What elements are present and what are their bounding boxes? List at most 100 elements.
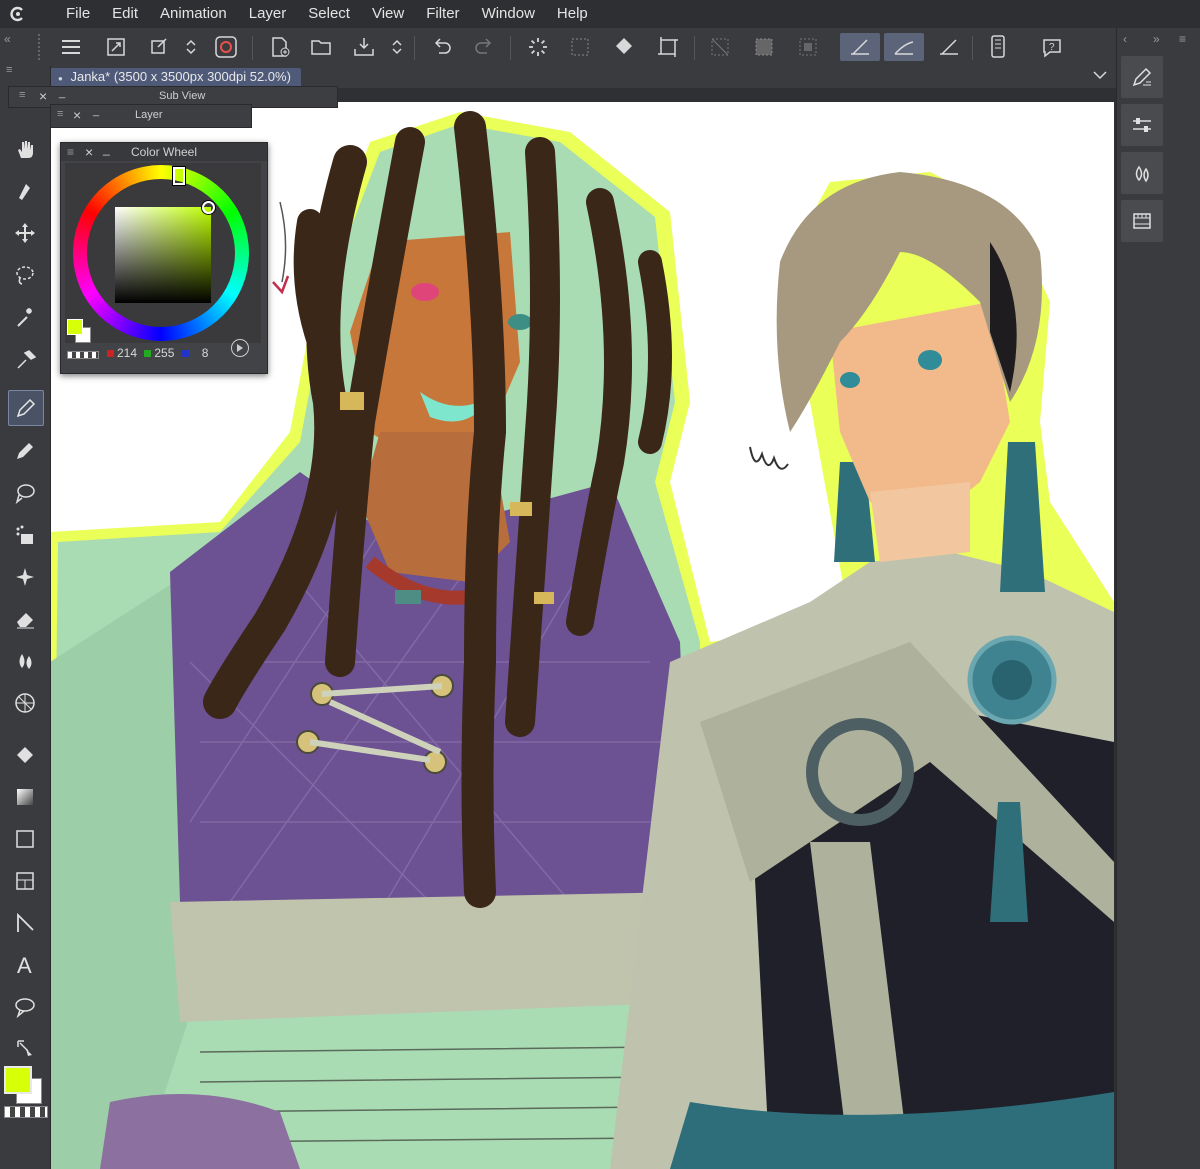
menu-help[interactable]: Help — [557, 0, 588, 28]
clip-studio-logo-icon[interactable] — [0, 0, 36, 28]
snap-to-grid-icon[interactable] — [934, 33, 962, 61]
grip-icon[interactable]: ≡ — [19, 89, 25, 101]
sub-tool-palette-icon[interactable] — [1121, 56, 1163, 98]
redo-icon[interactable] — [470, 33, 498, 61]
close-icon[interactable]: × — [85, 143, 93, 161]
color-wheel-header: ≡ × _ Color Wheel — [61, 140, 267, 161]
pencil-tool-icon[interactable] — [8, 434, 42, 468]
brush-tool-icon[interactable] — [8, 476, 42, 510]
undo-icon[interactable] — [428, 33, 456, 61]
menu-filter[interactable]: Filter — [426, 0, 459, 28]
show-selection-icon[interactable] — [794, 33, 822, 61]
figure-tool-icon[interactable] — [8, 686, 42, 720]
save-icon[interactable] — [350, 33, 378, 61]
magic-wand-icon[interactable] — [8, 300, 42, 334]
menu-window[interactable]: Window — [482, 0, 535, 28]
minimize-icon[interactable]: _ — [103, 140, 110, 158]
blend-tool-icon[interactable] — [8, 644, 42, 678]
main-color-swatch[interactable] — [4, 1066, 32, 1094]
svg-text:A: A — [17, 953, 32, 977]
minimize-icon[interactable]: _ — [59, 87, 65, 99]
snap-to-special-ruler-icon[interactable] — [884, 33, 924, 61]
timeline-icon[interactable] — [1121, 200, 1163, 242]
transform-icon[interactable] — [144, 33, 172, 61]
layer-panel: ≡ × _ Layer — [50, 104, 252, 128]
color-settings-icon[interactable] — [231, 339, 249, 357]
fill-icon[interactable] — [610, 33, 638, 61]
fill-bucket-icon[interactable] — [8, 738, 42, 772]
menu-select[interactable]: Select — [308, 0, 350, 28]
document-tab[interactable]: ● Janka* (3500 x 3500px 300dpi 52.0%) — [50, 68, 301, 86]
tool-property-icon[interactable] — [1121, 104, 1163, 146]
rotate-tool-icon[interactable] — [8, 174, 42, 208]
chevron-updown-icon-2[interactable] — [386, 33, 408, 61]
chevron-updown-icon[interactable] — [180, 33, 202, 61]
minimize-icon[interactable]: _ — [93, 105, 99, 117]
saturation-value-square[interactable] — [115, 207, 211, 303]
menu-view[interactable]: View — [372, 0, 404, 28]
help-icon[interactable]: ? — [1038, 33, 1066, 61]
layer-title: Layer — [135, 109, 163, 121]
grip-icon[interactable]: ≡ — [1179, 32, 1186, 46]
hamburger-menu-icon[interactable] — [58, 33, 86, 61]
expand-chevron-icon[interactable]: » — [1153, 32, 1160, 46]
color-wheel-area — [65, 163, 261, 343]
deselect-icon[interactable] — [706, 33, 734, 61]
pen-tool-icon[interactable] — [8, 390, 44, 426]
canvas-size-icon[interactable] — [102, 33, 130, 61]
airbrush-tool-icon[interactable] — [8, 518, 42, 552]
grip-icon[interactable] — [38, 34, 44, 60]
sub-view-title: Sub View — [159, 90, 206, 102]
sv-picker-handle[interactable] — [202, 201, 215, 214]
grip-icon[interactable]: ≡ — [57, 108, 63, 120]
eraser-tool-icon[interactable] — [8, 602, 42, 636]
command-bar: « ? — [0, 28, 1200, 67]
text-tool-icon[interactable]: A — [8, 948, 42, 982]
color-wheel-panel: ≡ × _ Color Wheel 214 255 8 — [60, 142, 268, 374]
hand-tool-icon[interactable] — [8, 132, 42, 166]
main-color-mini-swatch[interactable] — [67, 319, 83, 335]
balloon-tool-icon[interactable] — [8, 990, 42, 1024]
brush-size-icon[interactable] — [1121, 152, 1163, 194]
svg-text:?: ? — [1049, 42, 1055, 53]
document-title: Janka* (3500 x 3500px 300dpi 52.0%) — [70, 69, 291, 84]
clip-studio-icon[interactable] — [212, 33, 240, 61]
close-icon[interactable]: × — [39, 88, 47, 104]
transparent-color-swatch[interactable] — [4, 1106, 48, 1118]
menu-file[interactable]: File — [66, 0, 90, 28]
menu-layer[interactable]: Layer — [249, 0, 287, 28]
crop-icon[interactable] — [654, 33, 682, 61]
ruler-tool-icon[interactable] — [8, 906, 42, 940]
decoration-tool-icon[interactable] — [8, 560, 42, 594]
menu-edit[interactable]: Edit — [112, 0, 138, 28]
grip-icon[interactable]: ≡ — [67, 143, 74, 161]
frame-border-tool-icon[interactable] — [8, 864, 42, 898]
hue-picker-handle[interactable] — [173, 167, 185, 185]
color-wheel-title: Color Wheel — [131, 145, 198, 159]
collapse-chevron-icon[interactable]: ‹ — [1123, 32, 1127, 46]
green-value: 255 — [154, 346, 175, 360]
transparent-mini-swatch[interactable] — [67, 351, 99, 359]
menu-bar: File Edit Animation Layer Select View Fi… — [0, 0, 1200, 28]
open-folder-icon[interactable] — [308, 33, 336, 61]
eyedropper-icon[interactable] — [8, 342, 42, 376]
new-file-icon[interactable] — [266, 33, 294, 61]
collapse-left-icon[interactable]: « — [4, 32, 11, 46]
document-tab-bar: ● Janka* (3500 x 3500px 300dpi 52.0%) — [50, 66, 1116, 88]
right-dock: ‹ » ≡ — [1116, 28, 1200, 1169]
close-icon[interactable]: × — [73, 107, 81, 123]
menu-animation[interactable]: Animation — [160, 0, 227, 28]
gradient-tool-icon[interactable] — [8, 780, 42, 814]
invert-selection-icon[interactable] — [750, 33, 778, 61]
grip-icon[interactable]: ≡ — [6, 64, 12, 76]
tab-dropdown-chevron-icon[interactable] — [1092, 68, 1108, 87]
clear-icon[interactable] — [524, 33, 552, 61]
smartphone-icon[interactable] — [984, 33, 1012, 61]
rectangle-tool-icon[interactable] — [8, 822, 42, 856]
move-tool-icon[interactable] — [8, 216, 42, 250]
clear-outside-icon[interactable] — [566, 33, 594, 61]
correct-line-tool-icon[interactable] — [8, 1032, 42, 1066]
lasso-tool-icon[interactable] — [8, 258, 42, 292]
snap-to-ruler-icon[interactable] — [840, 33, 880, 61]
left-toolbar: ≡ A — [0, 64, 51, 1169]
